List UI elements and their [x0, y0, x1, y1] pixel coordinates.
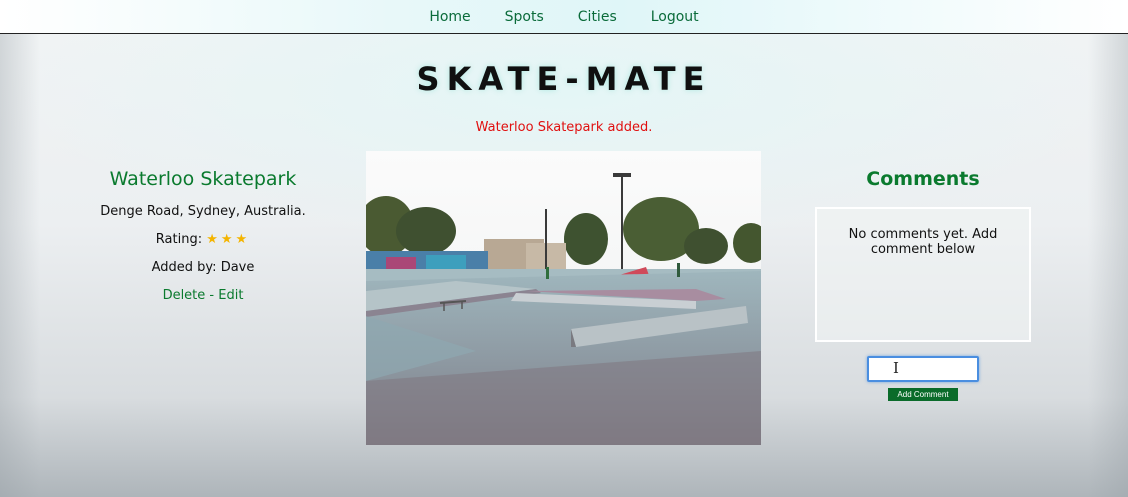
edit-link[interactable]: Edit — [218, 288, 243, 303]
nav-logout-link[interactable]: Logout — [651, 9, 699, 25]
star-icon: ★★★ — [206, 232, 251, 247]
top-navbar: Home Spots Cities Logout — [0, 0, 1128, 34]
rating-label: Rating: — [155, 232, 203, 247]
text-cursor-icon: I — [893, 359, 899, 377]
flash-message: Waterloo Skatepark added. — [475, 120, 653, 135]
comments-list: No comments yet. Add comment below — [815, 207, 1031, 342]
no-comments-message: No comments yet. Add comment below — [848, 227, 998, 257]
delete-link[interactable]: Delete — [163, 288, 206, 303]
nav-cities-link[interactable]: Cities — [578, 9, 617, 25]
add-comment-button[interactable]: Add Comment — [888, 388, 958, 401]
spot-address: Denge Road, Sydney, Australia. — [100, 204, 306, 219]
spot-rating: Rating: ★★★ — [88, 232, 318, 248]
left-edge-shade — [0, 34, 40, 497]
right-edge-shade — [1088, 34, 1128, 497]
spot-actions: Delete - Edit — [88, 288, 318, 304]
comments-heading: Comments — [866, 168, 980, 190]
nav-spots-link[interactable]: Spots — [505, 9, 544, 25]
comment-input[interactable] — [867, 356, 979, 382]
nav-home-link[interactable]: Home — [429, 9, 470, 25]
skatepark-photo — [366, 151, 761, 445]
spot-added-by: Added by: Dave — [151, 260, 255, 275]
spot-details: Waterloo Skatepark Denge Road, Sydney, A… — [88, 168, 318, 316]
action-separator: - — [205, 288, 219, 303]
site-title: SKATE-MATE — [416, 60, 712, 98]
spot-name: Waterloo Skatepark — [109, 168, 297, 190]
